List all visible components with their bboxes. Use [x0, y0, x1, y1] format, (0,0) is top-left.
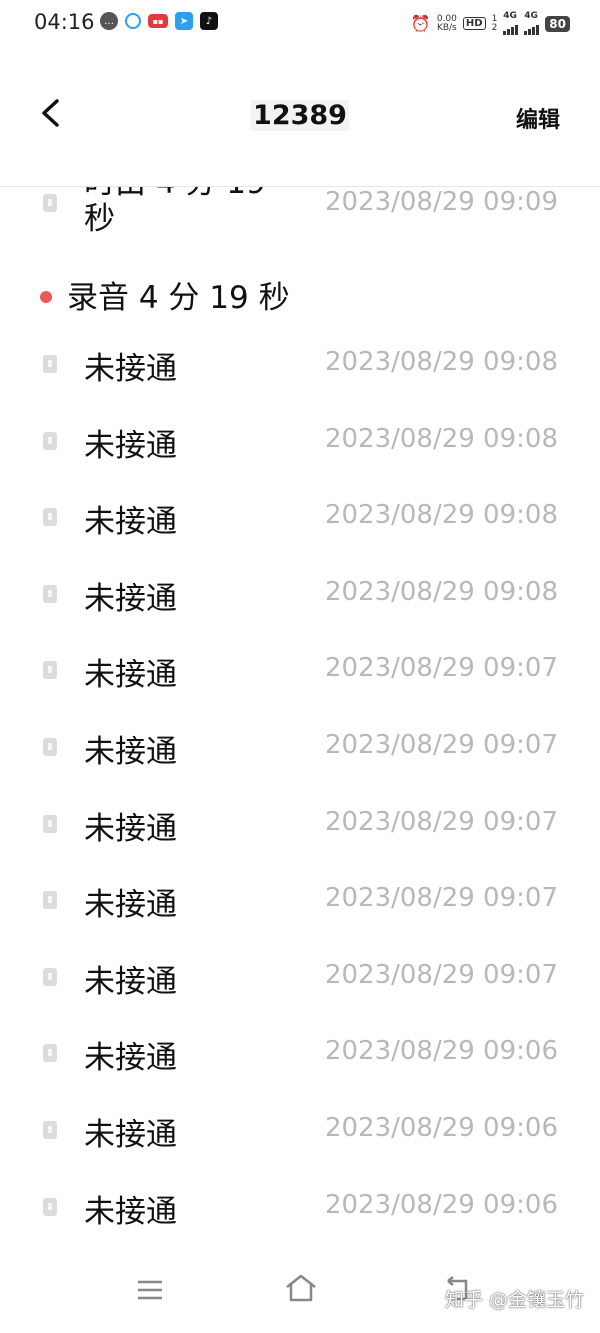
call-time: 2023/08/29 09:07 — [324, 653, 558, 684]
list-item[interactable]: 未接通 2023/08/29 09:07 — [0, 866, 600, 942]
call-time: 2023/08/29 09:09 — [324, 187, 558, 217]
edit-button[interactable]: 编辑 — [516, 102, 560, 134]
call-status: 未接通 — [84, 504, 177, 541]
call-time: 2023/08/29 09:06 — [324, 1036, 558, 1067]
call-time: 2023/08/29 09:07 — [324, 883, 558, 914]
call-status: 未接通 — [84, 351, 177, 387]
call-record-icon — [43, 355, 57, 373]
call-status: 未接通 — [84, 810, 177, 847]
call-record-icon — [43, 891, 57, 910]
call-status: 未接通 — [84, 427, 177, 464]
list-item[interactable]: 未接通 2023/08/29 09:06 — [0, 1173, 600, 1247]
telegram-icon: ➤ — [175, 12, 193, 30]
call-duration: 时由 4 分 19 秒 — [84, 187, 266, 237]
signal-1: 4G — [503, 12, 519, 35]
list-item[interactable]: 时由 4 分 19 秒 2023/08/29 09:09 — [0, 187, 600, 263]
list-item[interactable]: 未接通 2023/08/29 09:08 — [0, 483, 600, 559]
recording-item[interactable]: 录音 4 分 19 秒 — [0, 267, 600, 327]
call-time: 2023/08/29 09:08 — [324, 423, 558, 454]
alarm-icon: ⏰ — [410, 14, 431, 33]
call-status: 未接通 — [84, 1117, 177, 1153]
navigation-bar: 知乎 @金镶玉竹 — [0, 1247, 600, 1333]
call-record-icon — [43, 431, 57, 450]
list-item[interactable]: 未接通 2023/08/29 09:06 — [0, 1019, 600, 1095]
news-app-icon: ▪▪ — [148, 14, 168, 28]
sim-indicator: 12 — [491, 13, 498, 33]
hd-voice-icon: HD — [462, 17, 486, 30]
tiktok-icon: ♪ — [200, 12, 218, 30]
call-time: 2023/08/29 09:06 — [324, 1189, 558, 1220]
status-time: 04:16 — [34, 10, 95, 34]
page-title: 12389 — [251, 100, 349, 131]
list-item[interactable]: 未接通 2023/08/29 09:07 — [0, 790, 600, 866]
signal-2: 4G — [524, 12, 540, 35]
call-status: 未接通 — [84, 1040, 177, 1077]
call-record-icon — [43, 967, 57, 986]
list-item[interactable]: 未接通 2023/08/29 09:08 — [0, 407, 600, 483]
home-icon[interactable] — [284, 1273, 318, 1303]
call-status: 未接通 — [84, 1193, 177, 1230]
call-time: 2023/08/29 09:07 — [324, 959, 558, 990]
recording-dot-icon — [40, 291, 52, 303]
battery-icon: 80 — [545, 15, 570, 32]
call-record-icon — [43, 814, 57, 833]
list-item[interactable]: 未接通 2023/08/29 09:07 — [0, 713, 600, 789]
call-record-icon — [43, 584, 57, 603]
list-item[interactable]: 未接通 2023/08/29 09:07 — [0, 636, 600, 712]
call-record-icon — [43, 1044, 57, 1063]
call-status: 未接通 — [84, 657, 177, 694]
call-time: 2023/08/29 09:08 — [324, 576, 558, 607]
list-item[interactable]: 未接通 2023/08/29 09:07 — [0, 943, 600, 1019]
call-record-list[interactable]: 时由 4 分 19 秒 2023/08/29 09:09 录音 4 分 19 秒… — [0, 187, 600, 1247]
browser-icon — [125, 13, 141, 29]
call-status: 未接通 — [84, 580, 177, 617]
status-bar: 04:16 … ▪▪ ➤ ♪ ⏰ 0.00 KB/s HD 12 4G 4G 80 — [0, 0, 600, 46]
message-icon: … — [100, 12, 118, 30]
call-time: 2023/08/29 09:06 — [324, 1113, 558, 1143]
watermark: 知乎 @金镶玉竹 — [444, 1289, 584, 1311]
call-record-icon — [43, 1121, 57, 1139]
list-item[interactable]: 未接通 2023/08/29 09:06 — [0, 1096, 600, 1172]
top-bar: 12389 编辑 — [0, 46, 600, 187]
net-speed: 0.00 KB/s — [436, 13, 457, 33]
call-time: 2023/08/29 09:07 — [324, 730, 558, 760]
list-item[interactable]: 未接通 2023/08/29 09:08 — [0, 330, 600, 406]
list-item[interactable]: 未接通 2023/08/29 09:08 — [0, 560, 600, 636]
call-status: 未接通 — [84, 963, 177, 1000]
call-record-icon — [43, 661, 57, 680]
menu-icon[interactable] — [137, 1279, 163, 1301]
call-time: 2023/08/29 09:07 — [324, 806, 558, 837]
call-record-icon — [43, 194, 57, 212]
call-record-icon — [43, 738, 57, 756]
call-record-icon — [43, 1197, 57, 1216]
call-status: 未接通 — [84, 887, 177, 924]
system-icons: ⏰ 0.00 KB/s HD 12 4G 4G 80 — [411, 12, 570, 35]
call-time: 2023/08/29 09:08 — [324, 347, 558, 377]
notification-icons: … ▪▪ ➤ ♪ — [100, 12, 218, 30]
call-record-icon — [43, 508, 57, 527]
call-status: 未接通 — [84, 734, 177, 770]
recording-label: 录音 4 分 19 秒 — [67, 280, 290, 316]
call-time: 2023/08/29 09:08 — [324, 500, 558, 531]
